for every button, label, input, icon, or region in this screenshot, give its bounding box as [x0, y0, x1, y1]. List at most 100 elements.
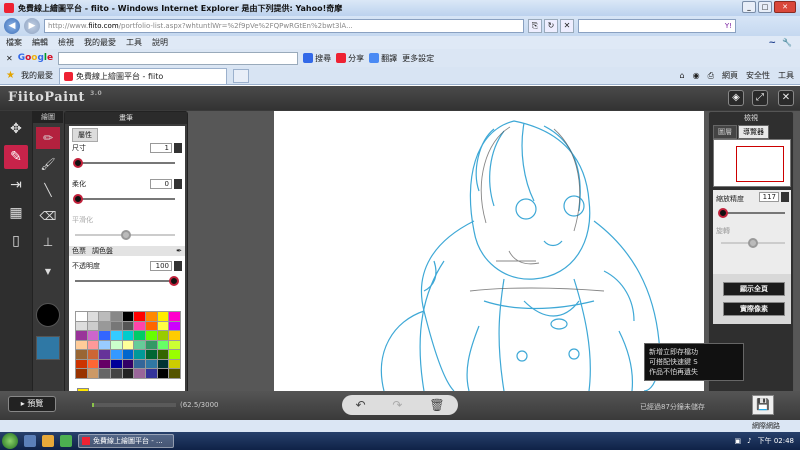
- fit-page-button[interactable]: 顯示全頁: [723, 282, 785, 296]
- palette-swatch[interactable]: [146, 369, 157, 378]
- undo-icon[interactable]: ↶: [355, 398, 365, 412]
- palette-swatch[interactable]: [111, 359, 122, 369]
- opacity-slider-knob[interactable]: [169, 276, 179, 286]
- feeds-icon[interactable]: ◉: [693, 71, 700, 80]
- wrench-icon[interactable]: 🔧: [782, 38, 792, 47]
- palette-swatch[interactable]: [157, 321, 169, 331]
- menu-favorites[interactable]: 我的最愛: [84, 37, 116, 48]
- palette-swatch[interactable]: [122, 340, 134, 350]
- palette-swatch[interactable]: [169, 331, 180, 340]
- palette-swatch[interactable]: [157, 312, 169, 321]
- palette-swatch[interactable]: [87, 359, 99, 369]
- expand-arrow-icon[interactable]: ▼: [36, 261, 60, 283]
- navigator-thumbnail[interactable]: [713, 139, 791, 187]
- network-icon[interactable]: ▣: [735, 437, 742, 445]
- palette-swatch[interactable]: [99, 312, 110, 321]
- palette-swatch[interactable]: [169, 359, 180, 369]
- google-search-button[interactable]: 搜尋: [303, 53, 331, 64]
- palette-swatch[interactable]: [111, 350, 122, 359]
- primary-color-swatch[interactable]: [36, 303, 60, 327]
- palette-swatch[interactable]: [111, 340, 122, 350]
- forward-button[interactable]: ▶: [24, 18, 40, 34]
- actual-pixels-button[interactable]: 實際像素: [723, 302, 785, 316]
- palette-swatch[interactable]: [76, 350, 87, 359]
- tab-navigator[interactable]: 導覽器: [738, 125, 769, 139]
- softness-slider[interactable]: [73, 194, 175, 204]
- palette-swatch[interactable]: [99, 350, 110, 359]
- preview-button[interactable]: ▸ 預覽: [8, 396, 56, 412]
- palette-swatch[interactable]: [122, 350, 134, 359]
- safety-menu[interactable]: 安全性: [746, 70, 770, 81]
- palette-swatch[interactable]: [146, 312, 157, 321]
- tab-layers[interactable]: 圖層: [713, 125, 737, 139]
- new-tab-button[interactable]: [232, 68, 249, 83]
- media-quicklaunch-icon[interactable]: [60, 435, 72, 447]
- palette-swatch[interactable]: [157, 369, 169, 378]
- palette-swatch[interactable]: [76, 312, 87, 321]
- folder-quicklaunch-icon[interactable]: [42, 435, 54, 447]
- palette-swatch[interactable]: [111, 321, 122, 331]
- opacity-input[interactable]: 100: [150, 261, 172, 271]
- zoom-slider[interactable]: [718, 208, 785, 218]
- palette-swatch[interactable]: [87, 369, 99, 378]
- palette-swatch[interactable]: [99, 321, 110, 331]
- close-app-icon[interactable]: ✕: [778, 90, 794, 106]
- palette-swatch[interactable]: [169, 340, 180, 350]
- palette-swatch[interactable]: [111, 369, 122, 378]
- zoom-slider-knob[interactable]: [718, 208, 728, 218]
- palette-swatch[interactable]: [99, 340, 110, 350]
- tab-active[interactable]: 免費線上繪圖平台 - fiito: [58, 67, 227, 84]
- back-button[interactable]: ◀: [4, 18, 20, 34]
- import-tool-icon[interactable]: ⇥: [4, 173, 28, 197]
- page-tool-icon[interactable]: ▯: [4, 229, 28, 253]
- palette-swatch[interactable]: [87, 340, 99, 350]
- minimize-button[interactable]: _: [742, 1, 756, 13]
- palette-swatch[interactable]: [76, 359, 87, 369]
- palette-swatch[interactable]: [76, 331, 87, 340]
- palette-swatch[interactable]: [99, 369, 110, 378]
- palette-swatch[interactable]: [111, 312, 122, 321]
- taskbar-task-ie[interactable]: 免費線上繪圖平台 - ...: [78, 434, 174, 448]
- palette-swatch[interactable]: [146, 331, 157, 340]
- tab-swatches[interactable]: 色票: [72, 246, 86, 256]
- palette-swatch[interactable]: [157, 340, 169, 350]
- palette-swatch[interactable]: [122, 369, 134, 378]
- line-tool-icon[interactable]: ╲: [36, 179, 60, 201]
- palette-swatch[interactable]: [122, 359, 134, 369]
- palette-swatch[interactable]: [87, 331, 99, 340]
- tab-properties[interactable]: 屬性: [72, 128, 98, 142]
- eraser-tool-icon[interactable]: ⌫: [36, 205, 60, 227]
- palette-swatch[interactable]: [134, 369, 145, 378]
- palette-swatch[interactable]: [134, 331, 145, 340]
- ie-quicklaunch-icon[interactable]: [24, 435, 36, 447]
- brush-tool-icon[interactable]: 🖌: [36, 153, 60, 175]
- refresh-icon[interactable]: ↻: [544, 19, 558, 33]
- palette-swatch[interactable]: [146, 359, 157, 369]
- clock[interactable]: 下午 02:48: [758, 436, 794, 446]
- palette-swatch[interactable]: [134, 350, 145, 359]
- address-input[interactable]: http://www. fiito.com/portfolio-list.aspx…: [44, 19, 524, 33]
- palette-swatch[interactable]: [146, 321, 157, 331]
- stop-icon[interactable]: ✕: [560, 19, 574, 33]
- start-button[interactable]: [2, 433, 18, 449]
- navigator-view-frame[interactable]: [736, 146, 784, 182]
- fullscreen-icon[interactable]: ⤢: [752, 90, 768, 106]
- palette-swatch[interactable]: [157, 350, 169, 359]
- tab-color-mixer[interactable]: 調色盤: [92, 246, 113, 256]
- menu-view[interactable]: 檢視: [58, 37, 74, 48]
- menu-tools[interactable]: 工具: [126, 37, 142, 48]
- translate-button[interactable]: 翻譯: [369, 53, 397, 64]
- print-icon[interactable]: ⎙: [708, 71, 714, 81]
- palette-swatch[interactable]: [134, 340, 145, 350]
- volume-icon[interactable]: ♪: [747, 437, 751, 445]
- google-search-input[interactable]: [58, 51, 299, 65]
- redo-icon[interactable]: ↷: [392, 398, 402, 412]
- more-settings-link[interactable]: 更多設定: [402, 53, 434, 64]
- draw-tool-icon[interactable]: ✎: [4, 145, 28, 169]
- animation-tool-icon[interactable]: ▦: [4, 201, 28, 225]
- softness-stepper[interactable]: [174, 179, 182, 189]
- menu-edit[interactable]: 編輯: [32, 37, 48, 48]
- palette-swatch[interactable]: [134, 359, 145, 369]
- drawing-canvas[interactable]: [274, 111, 704, 391]
- close-window-button[interactable]: ✕: [774, 1, 796, 13]
